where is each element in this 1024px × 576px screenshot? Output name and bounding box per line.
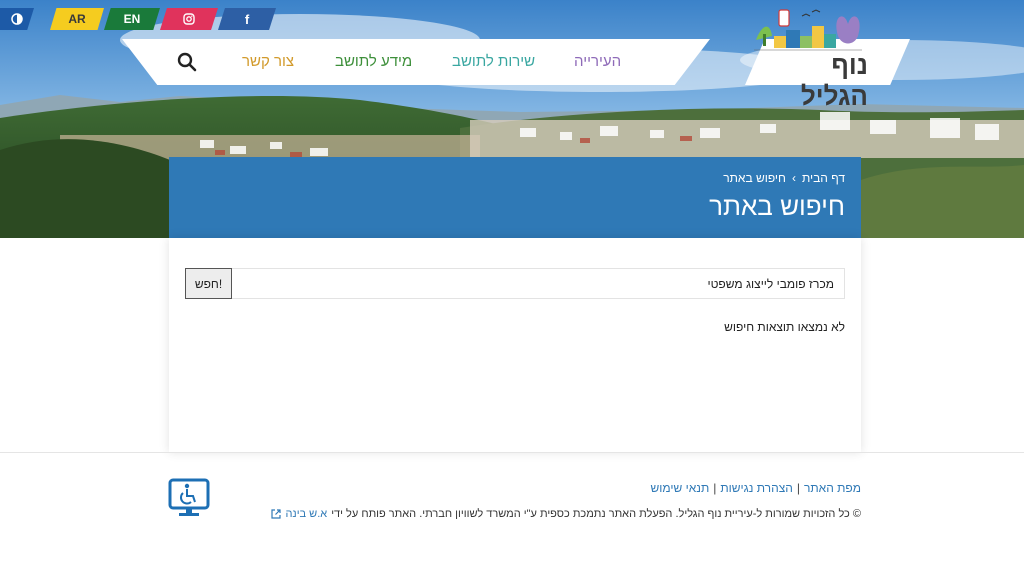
instagram-icon <box>183 13 195 25</box>
language-ar-label: AR <box>68 12 86 26</box>
footer-divider <box>0 452 1024 453</box>
page-title: חיפוש באתר <box>709 191 845 221</box>
no-results-message: לא נמצאו תוצאות חיפוש <box>724 320 845 334</box>
footer-copyright: © כל הזכויות שמורות ל-עיריית נוף הגליל. … <box>271 508 861 520</box>
footer-separator: | <box>796 481 800 495</box>
accessibility-icon[interactable] <box>168 478 210 518</box>
chevron-left-icon: › <box>791 171 796 185</box>
footer-link-accessibility[interactable]: הצהרת נגישות <box>720 481 792 495</box>
language-en-label: EN <box>123 12 141 26</box>
main-navigation: צור קשר מידע לתושב שירות לתושב העירייה <box>122 39 710 85</box>
nav-item-resident-service[interactable]: שירות לתושב <box>452 53 535 70</box>
nav-item-resident-info[interactable]: מידע לתושב <box>335 53 412 70</box>
breadcrumb-home[interactable]: דף הבית <box>802 171 845 185</box>
facebook-icon: f <box>244 11 250 27</box>
contrast-icon <box>11 13 23 25</box>
footer-separator: | <box>713 481 717 495</box>
footer-link-terms[interactable]: תנאי שימוש <box>651 481 710 495</box>
site-logo[interactable]: נוף הגליל <box>752 6 868 111</box>
breadcrumb-current: חיפוש באתר <box>723 171 786 185</box>
nav-item-contact[interactable]: צור קשר <box>242 53 294 70</box>
footer-link-sitemap[interactable]: מפת האתר <box>804 481 861 495</box>
search-submit-button[interactable]: חפש! <box>185 268 232 299</box>
facebook-link[interactable]: f <box>218 8 276 30</box>
instagram-link[interactable] <box>160 8 218 30</box>
language-en-tab[interactable]: EN <box>104 8 160 30</box>
search-icon[interactable] <box>176 51 198 73</box>
footer-links: מפת האתר | הצהרת נגישות | תנאי שימוש <box>651 481 861 495</box>
page-header-panel: דף הבית › חיפוש באתר חיפוש באתר <box>169 157 861 238</box>
developer-link[interactable]: א.ש בינה <box>285 508 327 520</box>
external-link-icon <box>271 509 282 519</box>
copyright-text: © כל הזכויות שמורות ל-עיריית נוף הגליל. … <box>331 508 861 520</box>
breadcrumb: דף הבית › חיפוש באתר <box>723 171 845 185</box>
nav-item-municipality[interactable]: העירייה <box>574 53 621 70</box>
search-input[interactable] <box>185 268 845 299</box>
language-ar-tab[interactable]: AR <box>50 8 104 30</box>
logo-text: נוף הגליל <box>800 50 868 111</box>
